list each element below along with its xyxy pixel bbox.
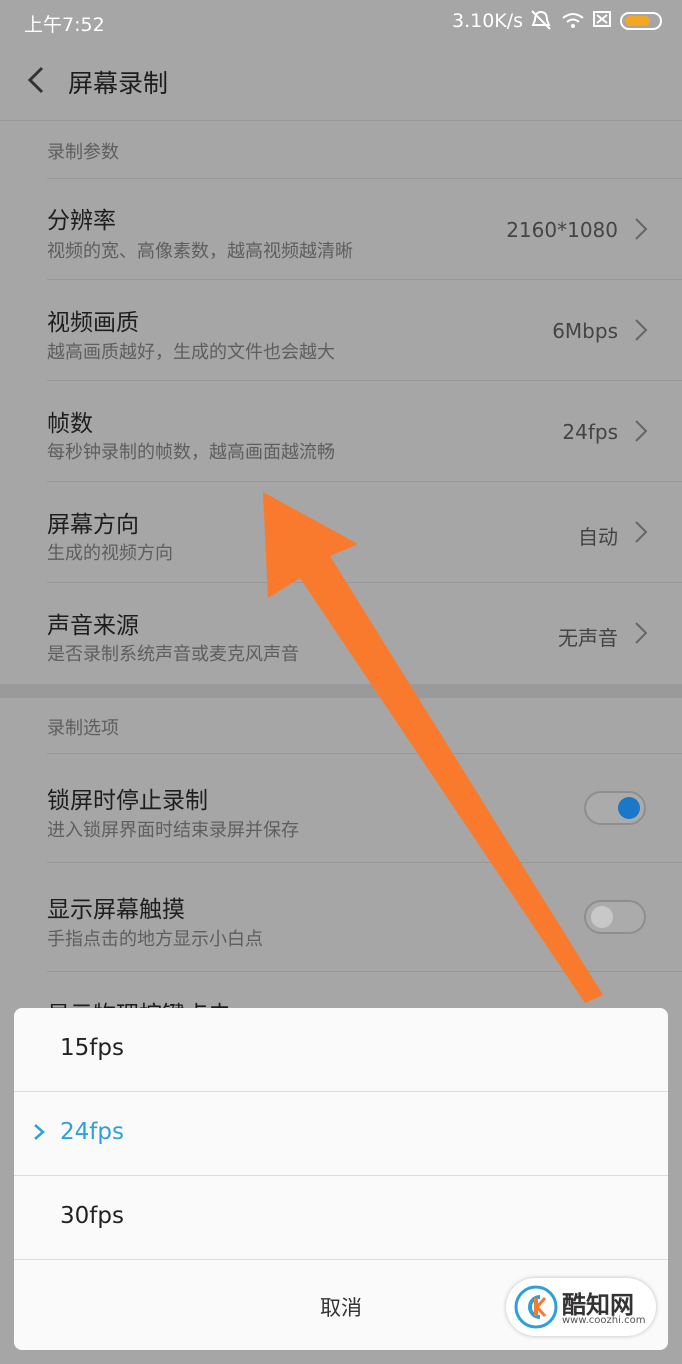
chevron-right-icon [635, 622, 648, 644]
chevron-right-icon [635, 319, 648, 341]
row-title: 显示屏幕触摸 [47, 897, 185, 923]
status-time: 上午7:52 [24, 14, 105, 36]
row-value: 无声音 [558, 626, 618, 650]
sim-off-icon [593, 11, 611, 27]
setting-row-framerate[interactable]: 帧数 每秒钟录制的帧数，越高画面越流畅 24fps [0, 380, 682, 481]
row-subtitle: 手指点击的地方显示小白点 [47, 929, 263, 950]
row-subtitle: 生成的视频方向 [47, 543, 173, 564]
setting-row-stop-on-lock[interactable]: 锁屏时停止录制 进入锁屏界面时结束录屏并保存 [0, 753, 682, 862]
row-value: 2160*1080 [506, 218, 618, 242]
title-bar: 屏幕录制 [0, 42, 682, 121]
setting-row-orientation[interactable]: 屏幕方向 生成的视频方向 自动 [0, 481, 682, 582]
row-subtitle: 每秒钟录制的帧数，越高画面越流畅 [47, 442, 335, 463]
section-header-params: 录制参数 [47, 142, 119, 163]
stop-on-lock-toggle[interactable] [584, 791, 646, 825]
option-label: 24fps [60, 1119, 124, 1145]
chevron-right-icon [34, 1124, 45, 1140]
row-subtitle: 视频的宽、高像素数，越高视频越清晰 [47, 241, 353, 262]
chevron-right-icon [635, 420, 648, 442]
battery-icon [620, 12, 662, 30]
setting-row-quality[interactable]: 视频画质 越高画质越好，生成的文件也会越大 6Mbps [0, 279, 682, 380]
alarm-off-icon [531, 10, 551, 30]
option-15fps[interactable]: 15fps [14, 1008, 668, 1092]
status-bar: 上午7:52 3.10K/s [0, 0, 682, 42]
section-gap [0, 684, 682, 698]
coozhi-logo-icon [514, 1285, 558, 1329]
option-30fps[interactable]: 30fps [14, 1176, 668, 1260]
page-title: 屏幕录制 [68, 69, 169, 98]
row-subtitle: 越高画质越好，生成的文件也会越大 [47, 342, 335, 363]
network-speed: 3.10K/s [452, 10, 524, 32]
chevron-right-icon [635, 521, 648, 543]
wifi-icon [562, 13, 584, 28]
row-value: 24fps [562, 420, 618, 444]
chevron-left-icon[interactable] [22, 62, 54, 98]
setting-row-audio-source[interactable]: 声音来源 是否录制系统声音或麦克风声音 无声音 [0, 582, 682, 684]
option-label: 30fps [60, 1203, 124, 1229]
row-title: 声音来源 [47, 613, 139, 639]
option-label: 15fps [60, 1035, 124, 1061]
setting-row-show-touches[interactable]: 显示屏幕触摸 手指点击的地方显示小白点 [0, 862, 682, 971]
row-title: 帧数 [47, 411, 93, 437]
setting-row-resolution[interactable]: 分辨率 视频的宽、高像素数，越高视频越清晰 2160*1080 [0, 178, 682, 279]
watermark-url: www.coozhi.com [562, 1315, 646, 1326]
option-24fps[interactable]: 24fps [14, 1092, 668, 1176]
chevron-right-icon [635, 218, 648, 240]
row-value: 自动 [578, 525, 618, 549]
row-title: 视频画质 [47, 310, 139, 336]
row-subtitle: 进入锁屏界面时结束录屏并保存 [47, 820, 299, 841]
row-title: 分辨率 [47, 208, 116, 234]
section-header-options: 录制选项 [47, 718, 119, 739]
watermark: 酷知网 www.coozhi.com [506, 1278, 656, 1336]
row-value: 6Mbps [552, 319, 618, 343]
show-touches-toggle[interactable] [584, 900, 646, 934]
row-subtitle: 是否录制系统声音或麦克风声音 [47, 644, 299, 665]
row-title: 锁屏时停止录制 [47, 788, 208, 814]
row-title: 屏幕方向 [47, 512, 139, 538]
